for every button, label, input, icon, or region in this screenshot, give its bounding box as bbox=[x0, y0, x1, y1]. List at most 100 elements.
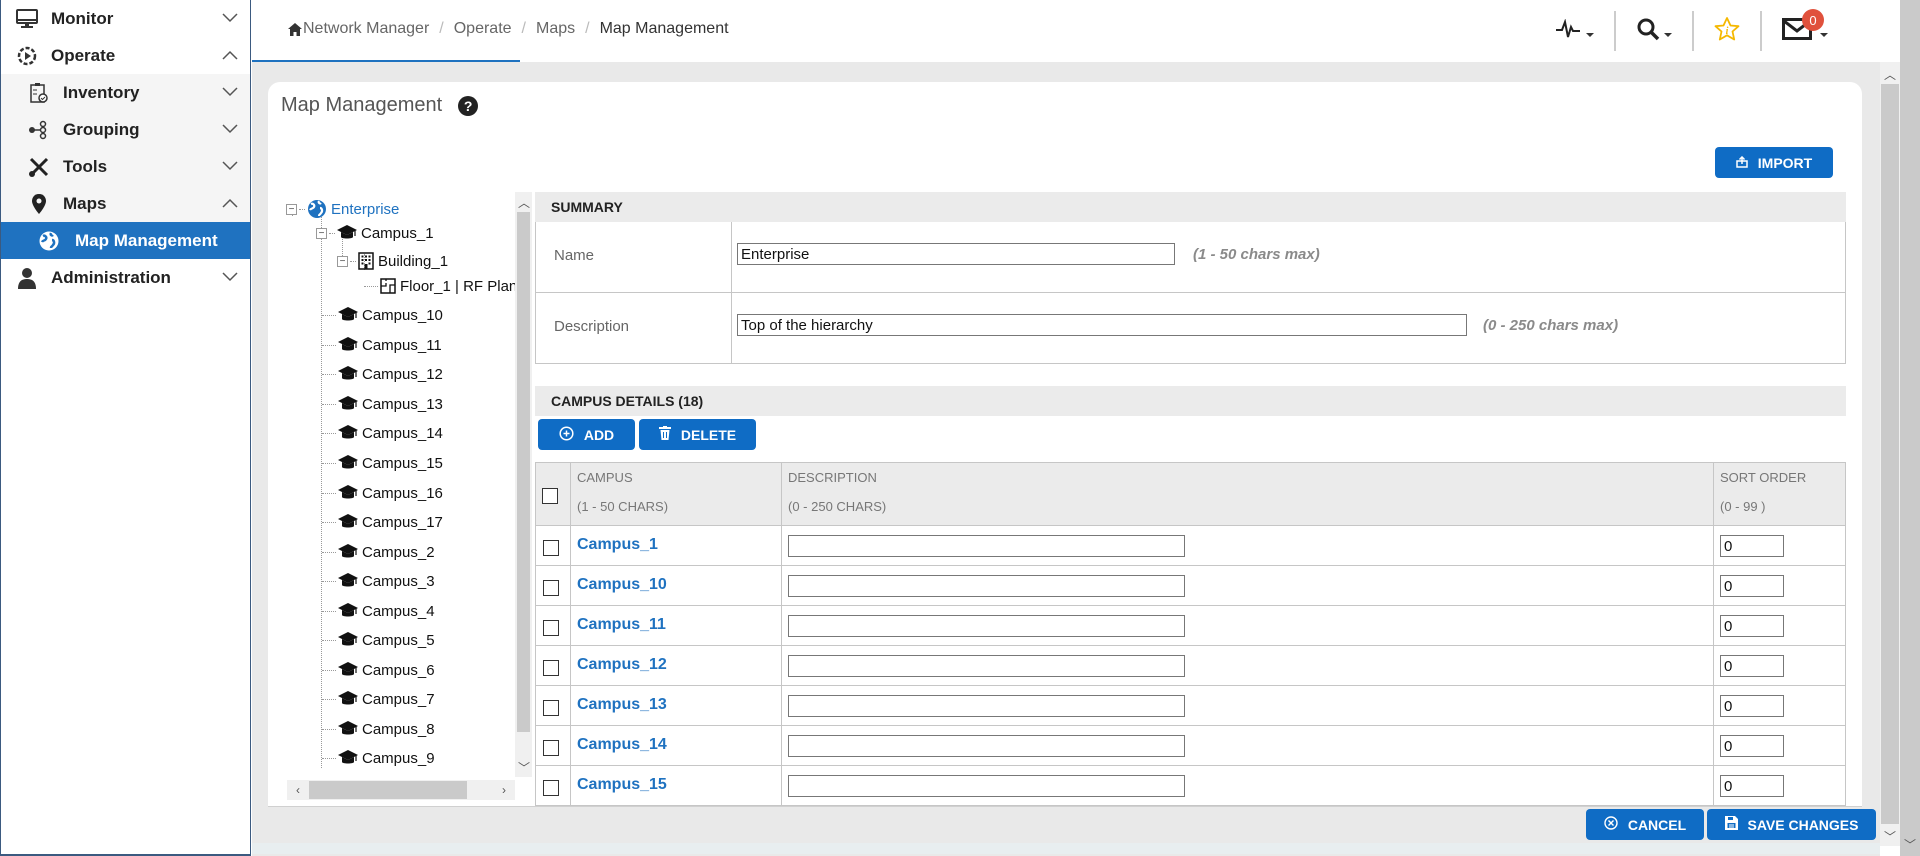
sort-order-input[interactable] bbox=[1720, 535, 1784, 557]
select-all-checkbox[interactable] bbox=[542, 488, 558, 504]
campus-description-input[interactable] bbox=[788, 655, 1185, 677]
campus-link[interactable]: Campus_1 bbox=[577, 536, 658, 554]
sidebar-item-administration[interactable]: Administration bbox=[1, 259, 250, 296]
column-header-campus[interactable]: CAMPUS bbox=[577, 470, 633, 485]
tree-horizontal-scrollbar[interactable]: ‹ › bbox=[287, 780, 515, 800]
tree-node-campus[interactable]: Campus_15 bbox=[322, 452, 443, 474]
tree-node-campus[interactable]: Campus_10 bbox=[322, 304, 443, 326]
tree-node-campus[interactable]: Campus_9 bbox=[322, 747, 435, 769]
scrollbar-thumb[interactable] bbox=[1881, 84, 1899, 824]
tree-node-campus[interactable]: Campus_3 bbox=[322, 570, 435, 592]
row-checkbox[interactable] bbox=[543, 740, 559, 756]
page-vertical-scrollbar[interactable]: ﹀ bbox=[1900, 0, 1920, 856]
row-checkbox[interactable] bbox=[543, 580, 559, 596]
tree-node-campus[interactable]: Campus_17 bbox=[322, 511, 443, 533]
campus-description-input[interactable] bbox=[788, 775, 1185, 797]
scrollbar-thumb[interactable] bbox=[309, 781, 467, 799]
campus-link[interactable]: Campus_11 bbox=[577, 616, 666, 634]
scroll-up-icon[interactable]: ︿ bbox=[1882, 66, 1898, 82]
tree-node-campus[interactable]: Campus_2 bbox=[322, 541, 435, 563]
campus-link[interactable]: Campus_10 bbox=[577, 576, 667, 594]
sidebar-item-grouping[interactable]: Grouping bbox=[1, 111, 250, 148]
description-input[interactable] bbox=[737, 314, 1467, 336]
activity-menu-button[interactable] bbox=[1536, 11, 1614, 51]
tree-node-floor[interactable]: Floor_1 | RF Plan bbox=[364, 275, 515, 297]
help-icon[interactable]: ? bbox=[458, 95, 479, 116]
sort-order-input[interactable] bbox=[1720, 775, 1784, 797]
tree-node-campus[interactable]: Campus_7 bbox=[322, 688, 435, 710]
chevron-down-icon[interactable] bbox=[220, 8, 240, 28]
chevron-down-icon[interactable] bbox=[220, 267, 240, 287]
sidebar-item-maps[interactable]: Maps bbox=[1, 185, 250, 222]
collapse-toggle[interactable]: − bbox=[316, 227, 327, 239]
scroll-right-icon[interactable]: › bbox=[496, 782, 512, 798]
campus-link[interactable]: Campus_12 bbox=[577, 656, 667, 674]
add-campus-button[interactable]: ADD bbox=[538, 419, 635, 450]
scroll-down-icon[interactable]: ﹀ bbox=[1902, 836, 1918, 852]
tree-node-campus[interactable]: Campus_13 bbox=[322, 393, 443, 415]
tree-node-root[interactable]: − Enterprise bbox=[286, 198, 399, 220]
sidebar-item-operate[interactable]: Operate bbox=[1, 37, 250, 74]
sort-order-input[interactable] bbox=[1720, 735, 1784, 757]
campus-link[interactable]: Campus_13 bbox=[577, 696, 667, 714]
search-menu-button[interactable] bbox=[1616, 11, 1692, 51]
sort-order-input[interactable] bbox=[1720, 615, 1784, 637]
tree-node-building[interactable]: − Building_1 bbox=[337, 250, 448, 272]
breadcrumb-operate[interactable]: Operate bbox=[454, 20, 512, 38]
row-checkbox[interactable] bbox=[543, 660, 559, 676]
scroll-down-icon[interactable]: ﹀ bbox=[516, 759, 532, 775]
tree-node-campus[interactable]: Campus_16 bbox=[322, 482, 443, 504]
row-checkbox[interactable] bbox=[543, 700, 559, 716]
tree-node-campus[interactable]: Campus_11 bbox=[322, 334, 442, 356]
tree-node-campus[interactable]: − Campus_1 bbox=[316, 222, 434, 244]
messages-menu-button[interactable]: 0 bbox=[1762, 9, 1848, 51]
tree-node-campus[interactable]: Campus_6 bbox=[322, 659, 435, 681]
breadcrumb-network-manager[interactable]: Network Manager bbox=[303, 20, 429, 38]
cancel-button[interactable]: CANCEL bbox=[1586, 809, 1704, 840]
sidebar-item-tools[interactable]: Tools bbox=[1, 148, 250, 185]
collapse-toggle[interactable]: − bbox=[286, 203, 297, 215]
campus-link[interactable]: Campus_15 bbox=[577, 776, 667, 794]
campus-description-input[interactable] bbox=[788, 535, 1185, 557]
name-input[interactable] bbox=[737, 243, 1175, 265]
chevron-down-icon[interactable] bbox=[220, 119, 240, 139]
campus-link[interactable]: Campus_14 bbox=[577, 736, 667, 754]
column-header-description[interactable]: DESCRIPTION bbox=[788, 470, 877, 485]
sort-order-input[interactable] bbox=[1720, 655, 1784, 677]
sidebar-item-map-management[interactable]: Map Management bbox=[1, 222, 250, 259]
tree-vertical-scrollbar[interactable]: ︿ ﹀ bbox=[515, 192, 532, 777]
scroll-up-icon[interactable]: ︿ bbox=[516, 194, 532, 210]
scroll-left-icon[interactable]: ‹ bbox=[290, 782, 306, 798]
favorites-button[interactable]: i bbox=[1694, 11, 1760, 51]
campus-description-input[interactable] bbox=[788, 615, 1185, 637]
row-checkbox[interactable] bbox=[543, 540, 559, 556]
tree-node-campus[interactable]: Campus_14 bbox=[322, 422, 443, 444]
sidebar-item-monitor[interactable]: Monitor bbox=[1, 0, 250, 37]
chevron-up-icon[interactable] bbox=[220, 45, 240, 65]
tree-node-campus[interactable]: Campus_12 bbox=[322, 363, 443, 385]
tree-node-campus[interactable]: Campus_5 bbox=[322, 629, 435, 651]
chevron-up-icon[interactable] bbox=[220, 193, 240, 213]
breadcrumb-maps[interactable]: Maps bbox=[536, 20, 575, 38]
sort-order-input[interactable] bbox=[1720, 575, 1784, 597]
campus-description-input[interactable] bbox=[788, 695, 1185, 717]
sidebar-item-inventory[interactable]: Inventory bbox=[1, 74, 250, 111]
chevron-down-icon[interactable] bbox=[220, 82, 240, 102]
content-vertical-scrollbar[interactable]: ︿ ﹀ bbox=[1880, 62, 1900, 846]
chevron-down-icon[interactable] bbox=[220, 156, 240, 176]
column-header-sort-order[interactable]: SORT ORDER bbox=[1720, 470, 1806, 485]
campus-description-input[interactable] bbox=[788, 575, 1185, 597]
home-icon[interactable] bbox=[288, 22, 302, 36]
campus-description-input[interactable] bbox=[788, 735, 1185, 757]
collapse-toggle[interactable]: − bbox=[337, 255, 348, 267]
tree-node-campus[interactable]: Campus_8 bbox=[322, 718, 435, 740]
scrollbar-thumb[interactable] bbox=[517, 212, 530, 732]
sort-order-input[interactable] bbox=[1720, 695, 1784, 717]
save-changes-button[interactable]: SAVE CHANGES bbox=[1707, 809, 1876, 840]
tree-node-campus[interactable]: Campus_4 bbox=[322, 600, 435, 622]
row-checkbox[interactable] bbox=[543, 620, 559, 636]
scroll-down-icon[interactable]: ﹀ bbox=[1882, 828, 1898, 844]
row-checkbox[interactable] bbox=[543, 780, 559, 796]
import-button[interactable]: IMPORT bbox=[1715, 147, 1833, 178]
delete-campus-button[interactable]: DELETE bbox=[639, 419, 756, 450]
